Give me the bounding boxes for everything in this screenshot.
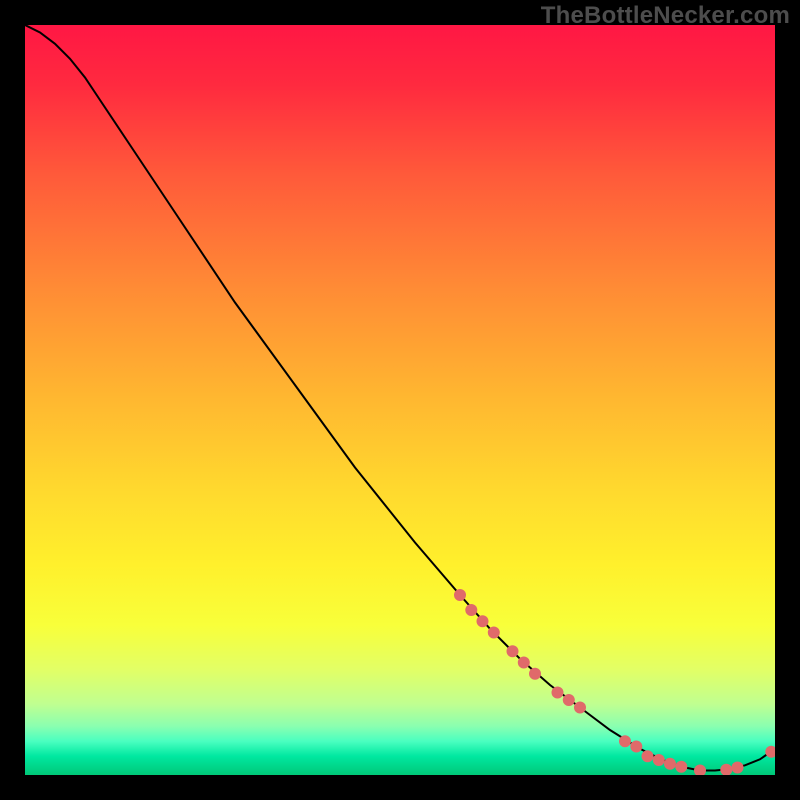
highlight-point (732, 762, 744, 774)
highlight-point (619, 735, 631, 747)
highlight-point (552, 687, 564, 699)
highlight-point (653, 754, 665, 766)
highlight-point (630, 741, 642, 753)
highlight-point (465, 604, 477, 616)
gradient-background (25, 25, 775, 775)
highlight-point (507, 645, 519, 657)
highlight-point (664, 758, 676, 770)
highlight-point (454, 589, 466, 601)
bottleneck-chart (25, 25, 775, 775)
highlight-point (675, 761, 687, 773)
highlight-point (563, 694, 575, 706)
highlight-point (574, 702, 586, 714)
highlight-point (642, 750, 654, 762)
chart-stage: TheBottleNecker.com (0, 0, 800, 800)
watermark-label: TheBottleNecker.com (541, 2, 790, 30)
highlight-point (518, 657, 530, 669)
highlight-point (477, 615, 489, 627)
highlight-point (488, 627, 500, 639)
highlight-point (529, 668, 541, 680)
